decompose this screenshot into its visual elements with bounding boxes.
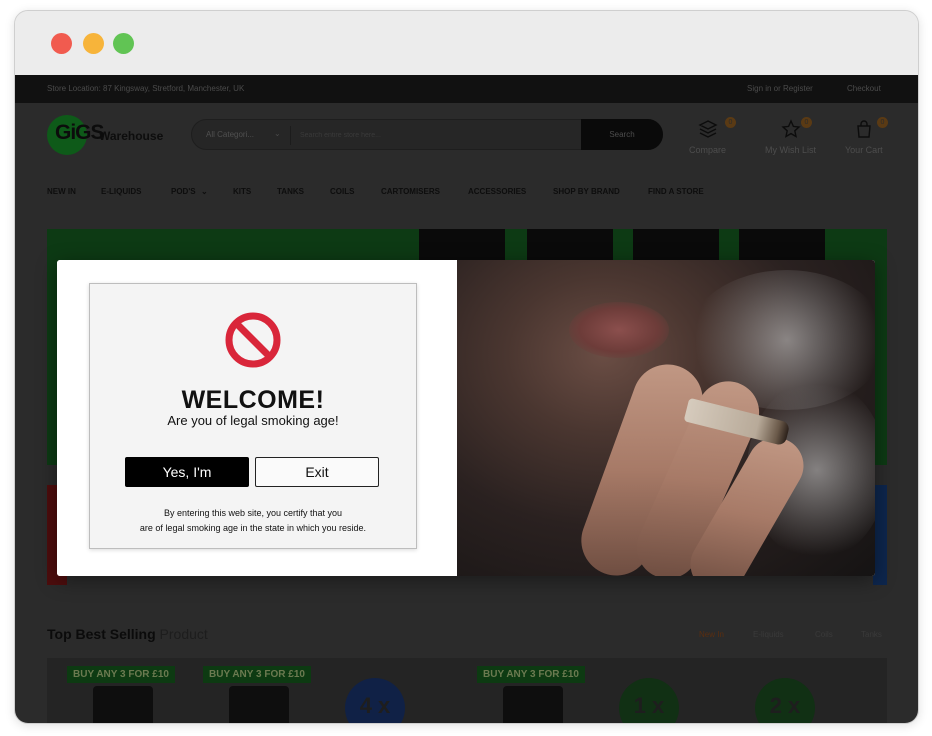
- nav-item-shop-by-brand[interactable]: SHOP BY BRAND: [553, 187, 620, 196]
- nav-item-tanks[interactable]: TANKS: [277, 187, 304, 196]
- confirm-age-button[interactable]: Yes, I'm: [125, 457, 249, 487]
- tab-e-liquids[interactable]: E-liquids: [753, 630, 784, 639]
- compare-badge: 0: [725, 117, 736, 128]
- title-bar: [15, 11, 918, 75]
- compare-link[interactable]: 0 Compare: [689, 117, 736, 155]
- product-card[interactable]: 4 x: [335, 658, 459, 723]
- multi-buy-badge: 4 x: [345, 678, 405, 723]
- promo-badge: BUY ANY 3 FOR £10: [67, 666, 175, 683]
- modal-card: WELCOME! Are you of legal smoking age! Y…: [89, 283, 417, 549]
- product-image: [229, 686, 289, 723]
- modal-title: WELCOME!: [181, 386, 325, 414]
- photo-lips: [569, 302, 669, 358]
- modal-content-panel: WELCOME! Are you of legal smoking age! Y…: [57, 260, 457, 576]
- search-divider: [290, 126, 291, 145]
- store-location: Store Location: 87 Kingsway, Stretford, …: [47, 84, 245, 93]
- nav-item-accessories[interactable]: ACCESSORIES: [468, 187, 526, 196]
- product-card[interactable]: BUY ANY 3 FOR £10: [63, 658, 187, 723]
- product-image: [503, 686, 563, 723]
- wishlist-link[interactable]: 0 My Wish List: [765, 117, 817, 155]
- cart-link[interactable]: 0 Your Cart: [845, 117, 888, 155]
- chevron-down-icon: ⌄: [274, 129, 281, 138]
- section-title-bold: Top Best Selling: [47, 626, 156, 642]
- top-strip: Store Location: 87 Kingsway, Stretford, …: [15, 75, 918, 103]
- promo-badge: BUY ANY 3 FOR £10: [477, 666, 585, 683]
- site-header: GiGS Warehouse All Categori... ⌄ Search …: [15, 103, 918, 165]
- signin-link[interactable]: Sign in or Register: [747, 84, 813, 93]
- product-card[interactable]: BUY ANY 3 FOR £10: [473, 658, 597, 723]
- tab-tanks[interactable]: Tanks: [861, 630, 882, 639]
- search-button[interactable]: Search: [581, 119, 663, 150]
- nav-item-pods[interactable]: POD'S: [171, 187, 196, 196]
- disclaimer-line: are of legal smoking age in the state in…: [139, 523, 367, 533]
- section-title-rest: Product: [159, 626, 208, 642]
- wishlist-label: My Wish List: [765, 145, 817, 155]
- chevron-down-icon: ⌄: [201, 187, 208, 196]
- search-bar: All Categori... ⌄ Search: [191, 119, 663, 150]
- product-card[interactable]: 2 x: [745, 658, 869, 723]
- cart-badge: 0: [877, 117, 888, 128]
- product-strip: BUY ANY 3 FOR £10 BUY ANY 3 FOR £10 4 x …: [47, 658, 887, 723]
- disclaimer-line: By entering this web site, you certify t…: [163, 508, 343, 518]
- minimize-window-button[interactable]: [83, 33, 104, 54]
- smoking-photo: [457, 260, 875, 576]
- nav-item-coils[interactable]: COILS: [330, 187, 354, 196]
- multi-buy-badge: 2 x: [755, 678, 815, 723]
- promo-badge: BUY ANY 3 FOR £10: [203, 666, 311, 683]
- age-verification-modal: WELCOME! Are you of legal smoking age! Y…: [57, 260, 875, 576]
- promo-panel-right: [873, 485, 887, 585]
- multi-buy-badge: 1 x: [619, 678, 679, 723]
- nav-item-e-liquids[interactable]: E-LIQUIDS: [101, 187, 141, 196]
- search-input[interactable]: [300, 126, 570, 145]
- category-select[interactable]: All Categori...: [206, 130, 254, 139]
- age-disclaimer: By entering this web site, you certify t…: [90, 506, 416, 536]
- wishlist-badge: 0: [801, 117, 812, 128]
- logo-mark: GiGS: [55, 121, 105, 144]
- maximize-window-button[interactable]: [113, 33, 134, 54]
- no-entry-icon: [225, 312, 281, 368]
- layers-icon: [689, 119, 726, 143]
- product-card[interactable]: 1 x: [609, 658, 733, 723]
- nav-item-new-in[interactable]: NEW IN: [47, 187, 76, 196]
- nav-item-find-a-store[interactable]: FIND A STORE: [648, 187, 704, 196]
- product-card[interactable]: BUY ANY 3 FOR £10: [199, 658, 323, 723]
- product-image: [93, 686, 153, 723]
- exit-button[interactable]: Exit: [255, 457, 379, 487]
- section-title: Top Best Selling Product: [47, 626, 208, 642]
- logo-word: Warehouse: [99, 129, 164, 143]
- close-window-button[interactable]: [51, 33, 72, 54]
- checkout-link[interactable]: Checkout: [847, 84, 881, 93]
- modal-question: Are you of legal smoking age!: [167, 413, 339, 428]
- cart-label: Your Cart: [845, 145, 883, 155]
- compare-label: Compare: [689, 145, 727, 155]
- tab-coils[interactable]: Coils: [815, 630, 833, 639]
- nav-item-kits[interactable]: KITS: [233, 187, 251, 196]
- nav-item-cartomisers[interactable]: CARTOMISERS: [381, 187, 440, 196]
- site-logo[interactable]: GiGS Warehouse: [47, 115, 163, 155]
- tab-new-in[interactable]: New In: [699, 630, 724, 639]
